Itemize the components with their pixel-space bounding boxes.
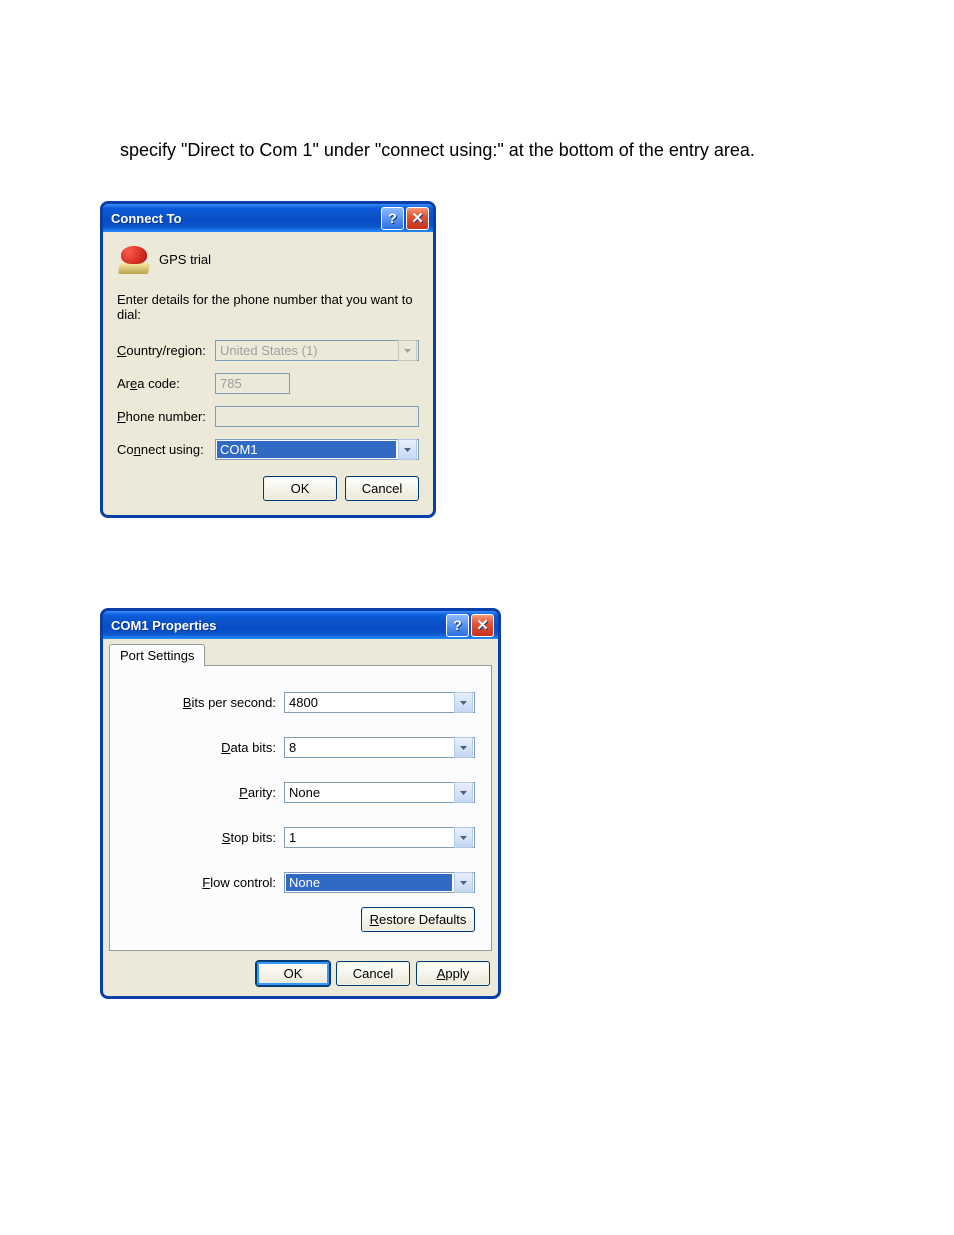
- chevron-down-icon[interactable]: [454, 737, 473, 758]
- chevron-down-icon[interactable]: [454, 692, 473, 713]
- restore-defaults-button[interactable]: Restore Defaults: [361, 907, 475, 932]
- parity-combo[interactable]: None: [284, 782, 475, 803]
- stopbits-label: Stop bits:: [126, 830, 284, 845]
- tab-port-settings[interactable]: Port Settings: [109, 644, 205, 666]
- dialog-title: COM1 Properties: [111, 618, 446, 633]
- help-button[interactable]: ?: [446, 614, 469, 637]
- phone-input: [215, 406, 419, 427]
- area-code-value: 785: [216, 376, 242, 391]
- chevron-down-icon: [398, 340, 417, 361]
- country-combo: United States (1): [215, 340, 419, 361]
- stopbits-combo[interactable]: 1: [284, 827, 475, 848]
- flowcontrol-value: None: [286, 874, 452, 891]
- titlebar[interactable]: COM1 Properties ? ✕: [103, 611, 498, 639]
- cancel-button[interactable]: Cancel: [345, 476, 419, 501]
- connection-name: GPS trial: [159, 252, 211, 267]
- databits-value: 8: [285, 740, 453, 755]
- close-button[interactable]: ✕: [406, 207, 429, 230]
- chevron-down-icon[interactable]: [454, 827, 473, 848]
- tab-panel: Bits per second: 4800 Data bits: 8 Parit…: [109, 665, 492, 951]
- dialog-title: Connect To: [111, 211, 381, 226]
- phone-icon: [117, 244, 151, 274]
- chevron-down-icon[interactable]: [454, 872, 473, 893]
- help-button[interactable]: ?: [381, 207, 404, 230]
- ok-button[interactable]: OK: [263, 476, 337, 501]
- chevron-down-icon[interactable]: [454, 782, 473, 803]
- databits-combo[interactable]: 8: [284, 737, 475, 758]
- databits-label: Data bits:: [126, 740, 284, 755]
- flowcontrol-label: Flow control:: [126, 875, 284, 890]
- titlebar[interactable]: Connect To ? ✕: [103, 204, 433, 232]
- country-value: United States (1): [216, 343, 397, 358]
- apply-button[interactable]: Apply: [416, 961, 490, 986]
- bps-combo[interactable]: 4800: [284, 692, 475, 713]
- parity-label: Parity:: [126, 785, 284, 800]
- connect-using-value: COM1: [217, 441, 396, 458]
- flowcontrol-combo[interactable]: None: [284, 872, 475, 893]
- phone-label: Phone number:: [117, 409, 209, 424]
- chevron-down-icon[interactable]: [398, 439, 417, 460]
- connect-using-combo[interactable]: COM1: [215, 439, 419, 460]
- bps-label: Bits per second:: [126, 695, 284, 710]
- connect-to-dialog: Connect To ? ✕ GPS trial Enter details f…: [100, 201, 436, 518]
- cancel-button[interactable]: Cancel: [336, 961, 410, 986]
- country-label: Country/region:: [117, 343, 209, 358]
- stopbits-value: 1: [285, 830, 453, 845]
- com1-properties-dialog: COM1 Properties ? ✕ Port Settings Bits p…: [100, 608, 501, 999]
- connect-using-label: Connect using:: [117, 442, 209, 457]
- close-button[interactable]: ✕: [471, 614, 494, 637]
- instruction-text: specify "Direct to Com 1" under "connect…: [120, 140, 854, 161]
- ok-button[interactable]: OK: [256, 961, 330, 986]
- dialog-prompt: Enter details for the phone number that …: [117, 292, 419, 322]
- area-code-input: 785: [215, 373, 290, 394]
- bps-value: 4800: [285, 695, 453, 710]
- area-code-label: Area code:: [117, 376, 209, 391]
- parity-value: None: [285, 785, 453, 800]
